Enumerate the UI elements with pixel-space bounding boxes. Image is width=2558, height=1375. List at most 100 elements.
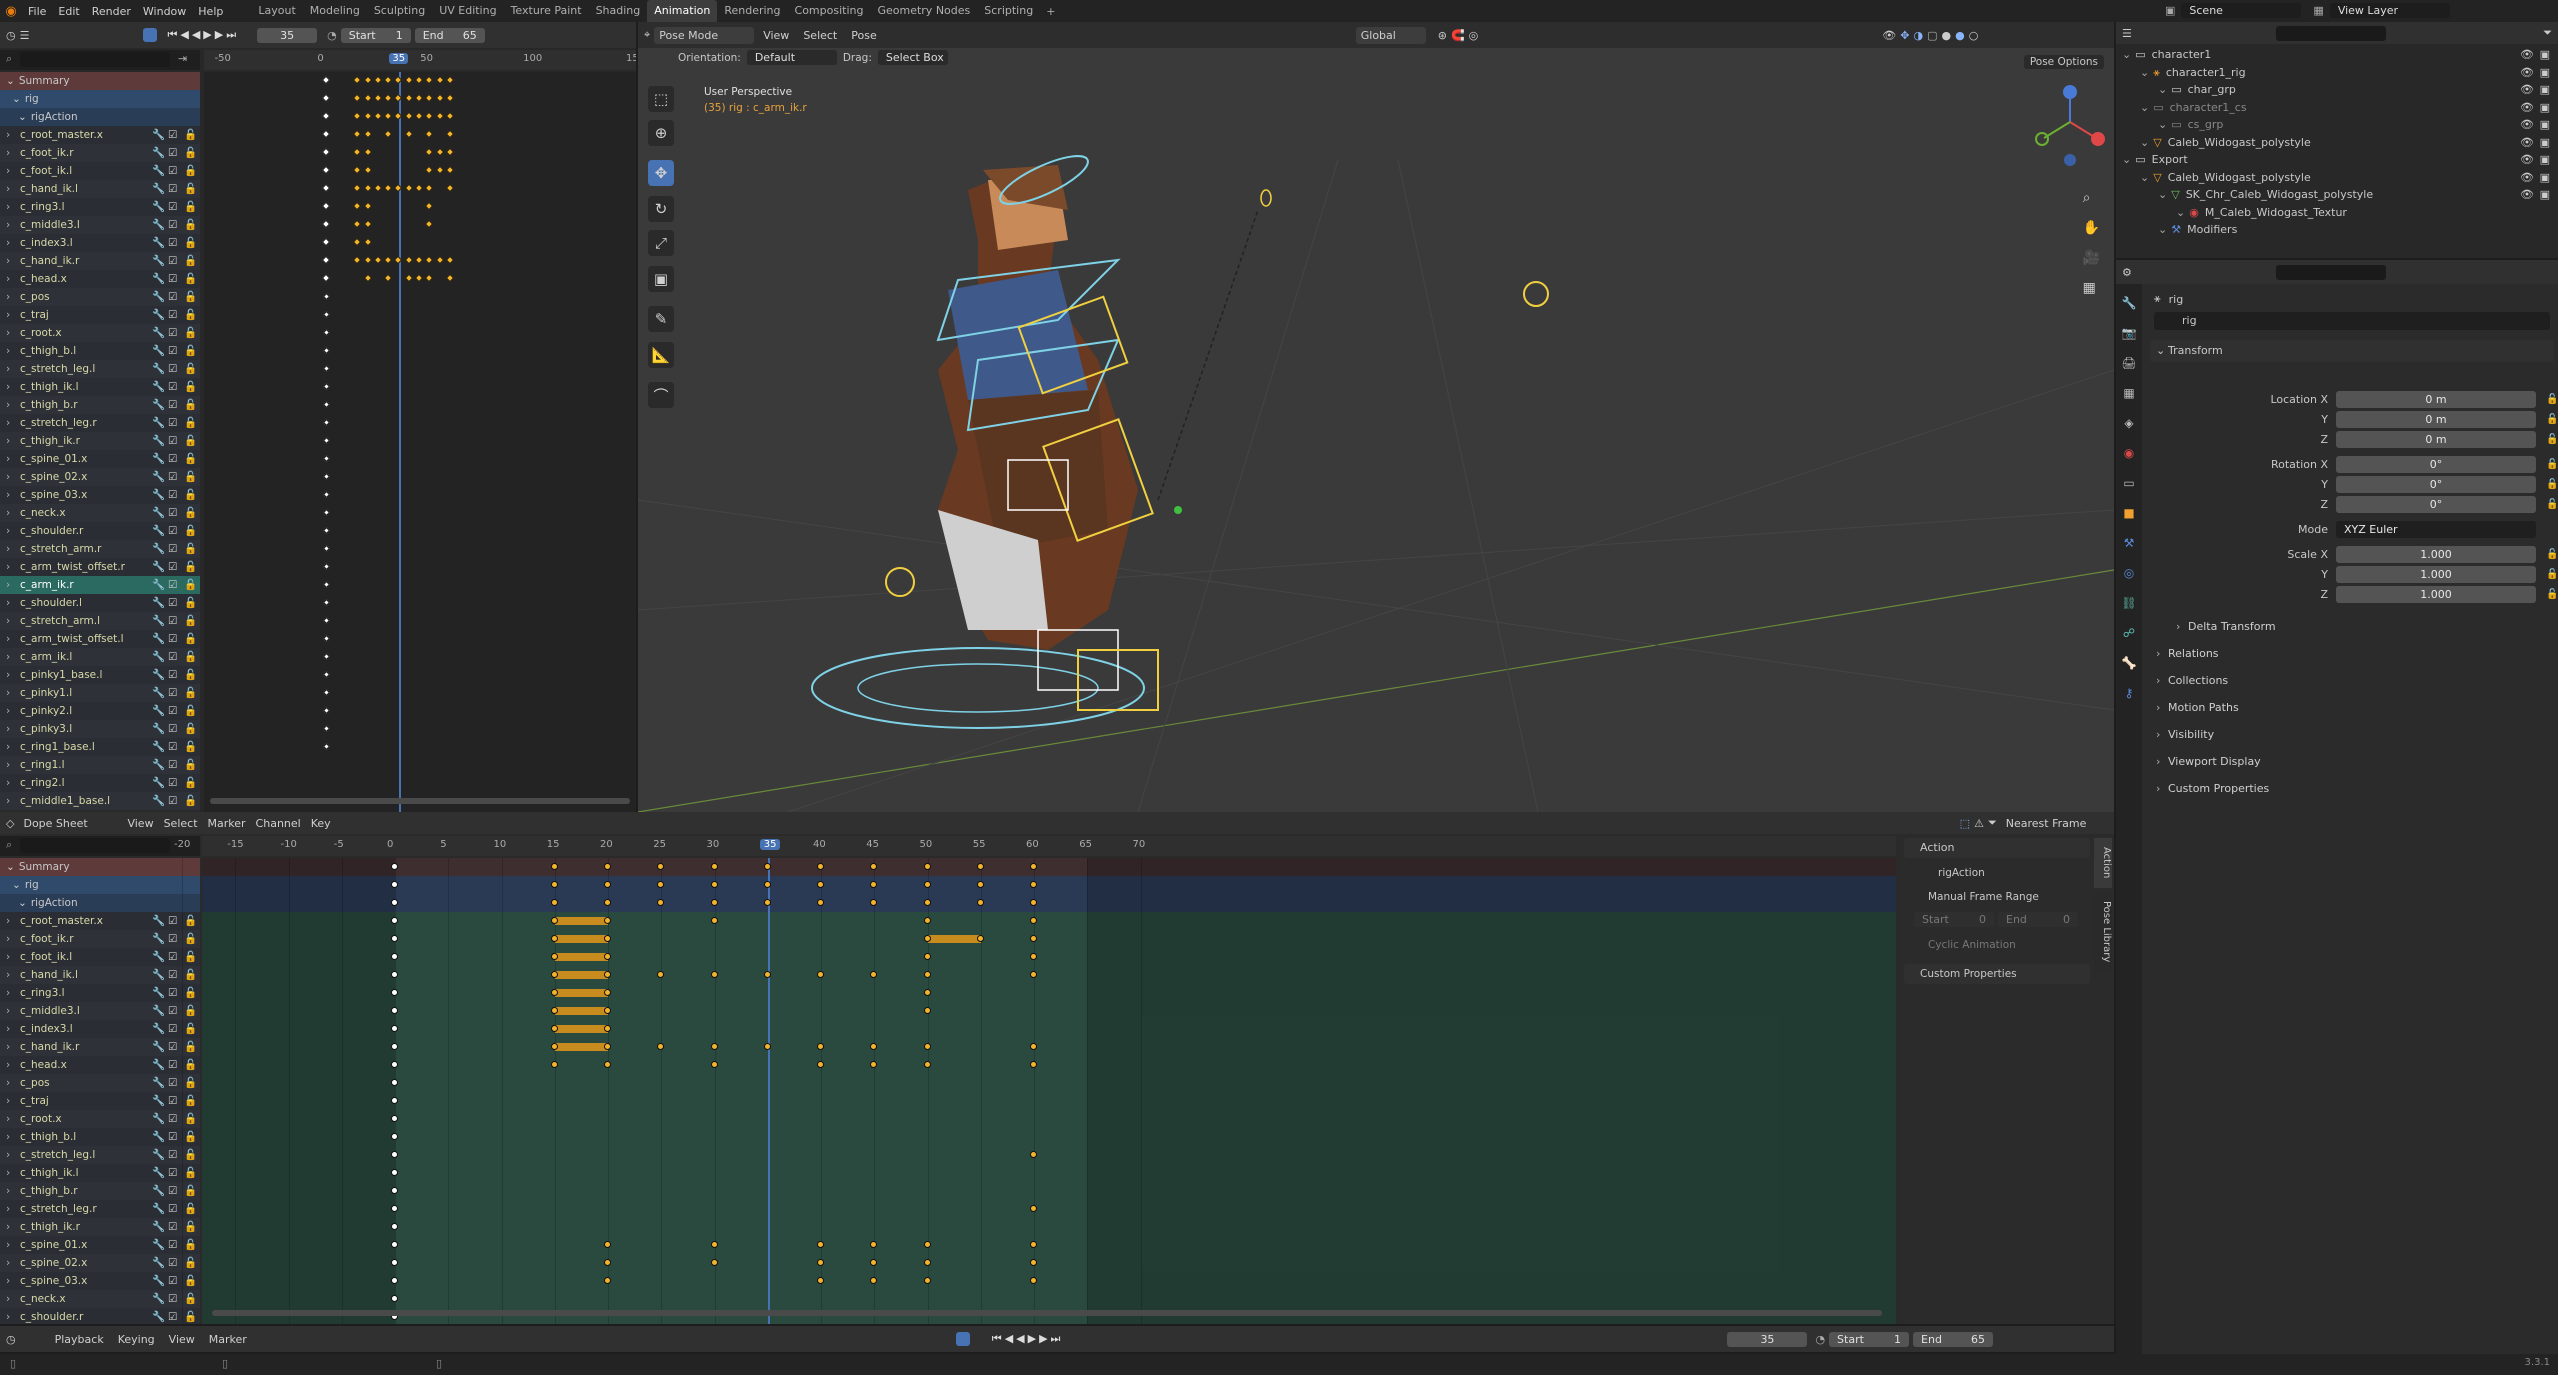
channel-bone[interactable]: › c_spine_01.x 🔧 ☑ 🔓 [0,450,200,468]
lock-icon[interactable]: 🔓 [184,360,197,378]
keyframe[interactable] [323,436,331,445]
keyframe[interactable] [435,93,444,103]
lock-icon[interactable]: 🔓 [184,504,197,522]
zoom-icon[interactable]: ⌕ [2083,190,2100,206]
keyframe[interactable] [323,310,331,319]
keyframe[interactable] [425,129,434,139]
lock-icon[interactable]: 🔓 [184,1254,197,1272]
checkbox-icon[interactable]: ☑ [168,324,177,342]
expand-arrow-icon[interactable]: ⌄ [6,75,15,87]
wrench-icon[interactable]: 🔧 [152,378,165,396]
keyframe[interactable] [353,111,362,121]
lock-icon[interactable]: 🔓 [184,432,197,450]
keyframe[interactable] [922,1275,932,1286]
checkbox-icon[interactable]: ☑ [168,612,177,630]
keyframe[interactable] [363,111,372,121]
lock-icon[interactable]: 🔓 [2546,479,2558,490]
lock-icon[interactable]: 🔓 [2546,459,2558,470]
lock-icon[interactable]: 🔓 [184,774,197,792]
outliner-item[interactable]: ⌄ ▭ char_grp 👁 ▣ [2116,81,2558,98]
channel-bone[interactable]: › c_root_master.x 🔧 ☑ 🔓 [0,912,200,930]
channel-bone[interactable]: › c_thigh_ik.r 🔧 ☑ 🔓 [0,432,200,450]
checkbox-icon[interactable]: ☑ [168,234,177,252]
keyframe[interactable] [323,562,331,571]
keyframe[interactable] [363,183,372,193]
view-layer-tab-icon[interactable]: ▦ [2123,386,2134,400]
pivot-icon[interactable]: ⊛ [1438,29,1447,42]
lock-icon[interactable]: 🔓 [184,1074,197,1092]
checkbox-icon[interactable]: ☑ [168,198,177,216]
wrench-icon[interactable]: 🔧 [152,576,165,594]
keyframe[interactable] [762,1041,773,1052]
channel-summary[interactable]: ⌄ Summary [0,72,200,90]
wrench-icon[interactable]: 🔧 [152,1038,165,1056]
checkbox-icon[interactable]: ☑ [168,966,177,984]
timeline-view-menu[interactable]: View [164,1331,200,1348]
wrench-icon[interactable]: 🔧 [152,342,165,360]
keyframe[interactable] [323,508,331,517]
lock-icon[interactable]: 🔓 [184,1200,197,1218]
keyframe[interactable] [655,1041,666,1052]
chevron-right-icon[interactable]: › [6,1146,10,1164]
wrench-icon[interactable]: 🔧 [152,594,165,612]
checkbox-icon[interactable]: ☑ [168,1164,177,1182]
chevron-right-icon[interactable]: › [6,198,10,216]
keyframe[interactable] [435,111,444,121]
channel-bone[interactable]: › c_middle1_base.l 🔧 ☑ 🔓 [0,792,200,810]
channel-bone[interactable]: › c_traj 🔧 ☑ 🔓 [0,306,200,324]
channel-bone[interactable]: › c_shoulder.l 🔧 ☑ 🔓 [0,594,200,612]
keying-menu[interactable]: Keying [113,1331,160,1348]
checkbox-icon[interactable]: ☑ [168,948,177,966]
viewport-editor-icon[interactable]: ⌖ [644,28,650,42]
channel-bone[interactable]: › c_stretch_arm.r 🔧 ☑ 🔓 [0,540,200,558]
checkbox-icon[interactable]: ☑ [168,720,177,738]
checkbox-icon[interactable]: ☑ [168,288,177,306]
keyframe[interactable] [363,219,372,229]
chevron-right-icon[interactable]: › [6,594,10,612]
checkbox-icon[interactable]: ☑ [168,792,177,810]
keyframe[interactable] [709,1239,719,1250]
chevron-right-icon[interactable]: › [6,756,10,774]
lock-icon[interactable]: 🔓 [184,738,197,756]
menu-file[interactable]: File [22,5,52,18]
keyframe[interactable] [322,147,331,157]
wrench-icon[interactable]: 🔧 [152,126,165,144]
keyframe[interactable] [868,1059,879,1070]
lock-icon[interactable]: 🔓 [184,1056,197,1074]
lock-icon[interactable]: 🔓 [184,126,197,144]
lock-icon[interactable]: 🔓 [184,1002,197,1020]
keyframe[interactable] [404,129,413,139]
checkbox-icon[interactable]: ☑ [168,180,177,198]
checkbox-icon[interactable]: ☑ [168,270,177,288]
keyframe[interactable] [655,969,666,980]
ds-search-input[interactable] [20,838,170,853]
lock-icon[interactable]: 🔓 [184,180,197,198]
keyframe[interactable] [1028,1275,1039,1286]
wrench-icon[interactable]: 🔧 [152,1020,165,1038]
output-tab-icon[interactable]: 🖨 [2121,356,2136,370]
outliner-item[interactable]: ⌄ ▽ SK_Chr_Caleb_Widogast_polystyle 👁 ▣ [2116,186,2558,203]
ds-menu-view[interactable]: View [122,815,158,832]
lock-icon[interactable]: 🔓 [184,1128,197,1146]
show-errors-icon[interactable]: ⚠ [1974,817,1984,830]
keyframe[interactable] [445,93,455,103]
dopesheet-editor-icon[interactable]: ◇ [6,817,14,830]
constraints-tab-icon[interactable]: ⛓ [2121,596,2136,610]
channel-bone[interactable]: › c_pinky1_base.l 🔧 ☑ 🔓 [0,666,200,684]
rotation-mode-dropdown[interactable]: XYZ Euler [2336,520,2536,538]
keyframe[interactable] [353,219,362,229]
keyframe[interactable] [1028,1149,1039,1160]
checkbox-icon[interactable]: ☑ [168,1002,177,1020]
checkbox-icon[interactable]: ☑ [168,216,177,234]
checkbox-icon[interactable]: ☑ [168,756,177,774]
manual-frame-range-checkbox[interactable]: Manual Frame Range [1910,888,2039,906]
chevron-right-icon[interactable]: › [6,342,10,360]
checkbox-icon[interactable]: ☑ [168,1254,177,1272]
chevron-right-icon[interactable]: › [6,1020,10,1038]
channel-bone[interactable]: › c_thigh_b.l 🔧 ☑ 🔓 [0,1128,200,1146]
properties-section-custom-properties[interactable]: › Custom Properties [2150,778,2550,800]
checkbox-icon[interactable]: ☑ [168,666,177,684]
chevron-right-icon[interactable]: › [6,912,10,930]
navigation-gizmo[interactable] [2030,82,2110,182]
chevron-right-icon[interactable]: › [6,432,10,450]
